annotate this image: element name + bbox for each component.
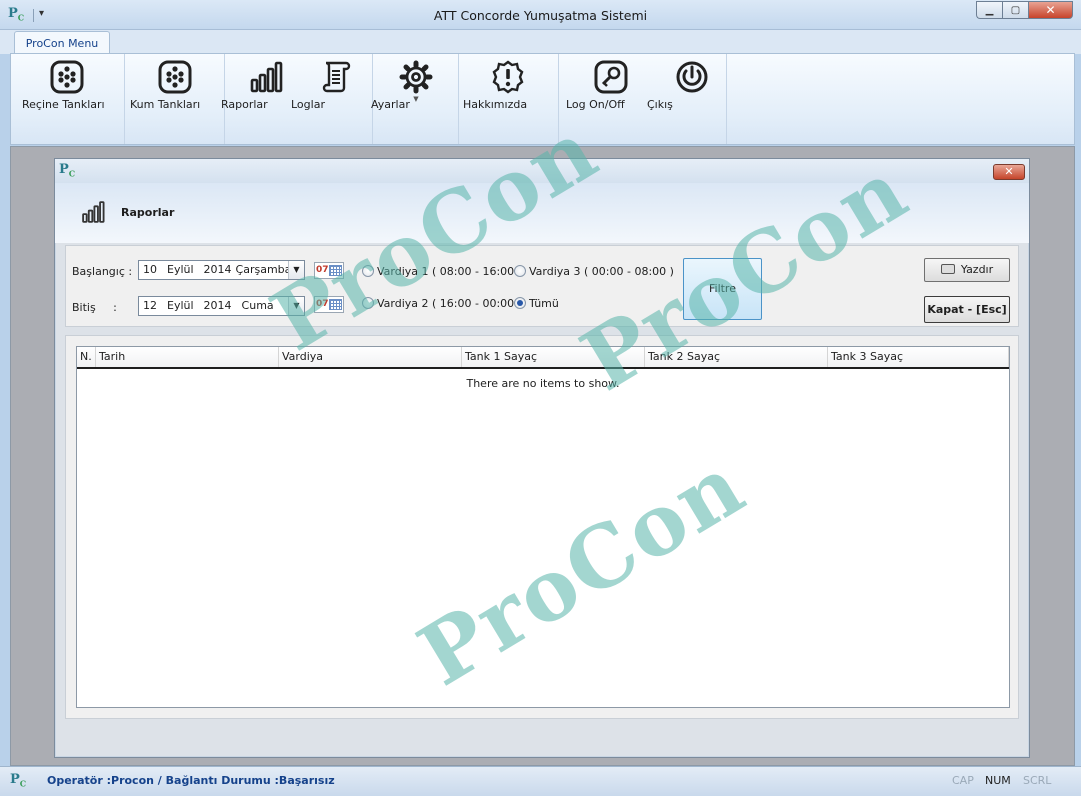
window-controls: ▁ ▢ ✕	[976, 1, 1073, 19]
reports-window: PC ✕ Raporlar Başlangıç : Bitiş : 10 Eylü…	[54, 158, 1030, 758]
ribbon-group-settings: Ayarlar ▼	[371, 54, 461, 144]
close-window-button[interactable]: Kapat - [Esc]	[924, 296, 1010, 323]
hakkimizda-button[interactable]: Hakkımızda	[463, 60, 553, 111]
ribbon-group-about: Hakkımızda	[459, 54, 559, 144]
caps-lock-indicator: CAP	[952, 774, 974, 787]
bar-chart-icon	[82, 201, 105, 223]
ribbon-button-label: Hakkımızda	[463, 98, 528, 111]
info-icon	[492, 60, 524, 94]
tank-grid-icon	[158, 60, 192, 94]
end-date-label: Bitiş :	[72, 301, 117, 314]
column-header-no[interactable]: N.	[77, 347, 96, 367]
ribbon-button-label: Loglar	[291, 98, 325, 111]
power-icon	[676, 61, 708, 93]
start-date-label: Başlangıç :	[72, 265, 133, 278]
key-icon	[594, 60, 628, 94]
scroll-icon	[322, 61, 351, 93]
end-calendar-button[interactable]: 07	[314, 296, 344, 313]
gear-icon	[399, 60, 433, 94]
column-header-vardiya[interactable]: Vardiya	[279, 347, 462, 367]
filter-panel: Başlangıç : Bitiş : 10 Eylül 2014 Çarşamba …	[65, 245, 1019, 327]
loglar-button[interactable]: Loglar	[291, 60, 381, 111]
log-on-off-button[interactable]: Log On/Off	[566, 60, 656, 111]
cikis-button[interactable]: Çıkış	[647, 60, 737, 111]
status-bar: PC Operatör :Procon / Bağlantı Durumu :B…	[0, 766, 1081, 796]
print-button[interactable]: Yazdır	[924, 258, 1010, 282]
num-lock-indicator: NUM	[985, 774, 1011, 787]
chevron-down-icon[interactable]: ▼	[288, 261, 304, 279]
radio-vardiya-1[interactable]: Vardiya 1 ( 08:00 - 16:00 )	[362, 265, 522, 278]
start-calendar-button[interactable]: 07	[314, 262, 344, 279]
column-header-tank1[interactable]: Tank 1 Sayaç	[462, 347, 645, 367]
calendar-grid-icon	[329, 265, 342, 276]
tank-grid-icon	[50, 60, 84, 94]
kum-tanklari-button[interactable]: Kum Tankları	[130, 60, 220, 111]
ribbon-group-recine: Reçine Tankları	[11, 54, 125, 144]
radio-vardiya-2[interactable]: Vardiya 2 ( 16:00 - 00:00 )	[362, 297, 522, 310]
app-logo-icon: PC	[59, 162, 76, 179]
ribbon-button-label: Log On/Off	[566, 98, 625, 111]
column-header-tank3[interactable]: Tank 3 Sayaç	[828, 347, 1009, 367]
report-listview[interactable]: N. Tarih Vardiya Tank 1 Sayaç Tank 2 Say…	[76, 346, 1010, 708]
minimize-button[interactable]: ▁	[976, 1, 1002, 19]
ribbon-group-kum: Kum Tankları	[125, 54, 225, 144]
radio-vardiya-3[interactable]: Vardiya 3 ( 00:00 - 08:00 )	[514, 265, 674, 278]
window-title: ATT Concorde Yumuşatma Sistemi	[433, 8, 648, 23]
empty-list-message: There are no items to show.	[466, 377, 620, 390]
bar-chart-icon	[250, 61, 283, 93]
ribbon-button-label: Kum Tankları	[130, 98, 201, 111]
radio-tumu[interactable]: Tümü	[514, 297, 559, 310]
ribbon: Reçine Tankları Kum Tankları Raporlar Lo…	[10, 53, 1075, 145]
maximize-button[interactable]: ▢	[1002, 1, 1028, 19]
calendar-icon: 07	[316, 299, 329, 309]
end-date-picker[interactable]: 12 Eylül 2014 Cuma ▼	[138, 296, 305, 316]
column-header-tarih[interactable]: Tarih	[96, 347, 279, 367]
reports-titlebar: PC ✕	[55, 159, 1029, 183]
list-panel: N. Tarih Vardiya Tank 1 Sayaç Tank 2 Say…	[65, 335, 1019, 719]
calendar-icon: 07	[316, 265, 329, 275]
reports-header: Raporlar	[55, 183, 1029, 243]
scroll-lock-indicator: SCRL	[1023, 774, 1052, 787]
filter-button[interactable]: Filtre	[683, 258, 762, 320]
calendar-grid-icon	[329, 299, 342, 310]
chevron-down-icon[interactable]: ▼	[288, 297, 304, 315]
printer-icon	[940, 264, 955, 274]
ribbon-button-label: Çıkış	[647, 98, 673, 111]
ribbon-group-reports: Raporlar Loglar	[221, 54, 373, 144]
reports-close-button[interactable]: ✕	[993, 164, 1025, 180]
ribbon-button-label: Ayarlar	[371, 98, 410, 111]
recine-tanklari-button[interactable]: Reçine Tankları	[22, 60, 112, 111]
status-text: Operatör :Procon / Bağlantı Durumu :Başa…	[47, 774, 335, 787]
tab-procon-menu[interactable]: ProCon Menu	[14, 31, 110, 55]
ayarlar-button[interactable]: Ayarlar ▼	[371, 60, 461, 111]
start-date-picker[interactable]: 10 Eylül 2014 Çarşamba ▼	[138, 260, 305, 280]
ribbon-button-label: Raporlar	[221, 98, 268, 111]
ribbon-group-session: Log On/Off Çıkış	[559, 54, 727, 144]
main-titlebar: PC ▾ ATT Concorde Yumuşatma Sistemi ▁ ▢ …	[0, 0, 1081, 30]
page-title: Raporlar	[121, 206, 175, 219]
app-logo-icon: PC	[10, 772, 27, 789]
listview-header: N. Tarih Vardiya Tank 1 Sayaç Tank 2 Say…	[77, 347, 1009, 369]
column-header-tank2[interactable]: Tank 2 Sayaç	[645, 347, 828, 367]
ribbon-button-label: Reçine Tankları	[22, 98, 105, 111]
close-button[interactable]: ✕	[1028, 1, 1073, 19]
ribbon-tabbar: ProCon Menu	[0, 30, 1081, 55]
